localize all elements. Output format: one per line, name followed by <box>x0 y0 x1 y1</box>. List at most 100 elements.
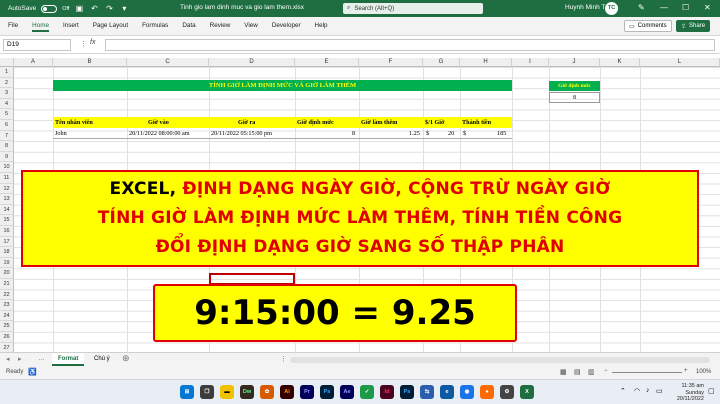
cell-rate[interactable]: 20 <box>448 128 454 139</box>
share-button[interactable]: ⇪ Share <box>676 20 711 32</box>
cell-employee-name[interactable]: John <box>55 128 67 139</box>
tab-review[interactable]: Review <box>210 22 231 32</box>
column-header-i[interactable]: I <box>512 58 549 67</box>
row-header-7[interactable]: 7 <box>0 130 14 142</box>
normal-view-icon[interactable]: ▦ <box>560 368 567 376</box>
excel-taskbar-icon[interactable]: X <box>520 385 534 399</box>
edge-icon[interactable]: e <box>440 385 454 399</box>
row-header-22[interactable]: 22 <box>0 289 14 301</box>
row-header-17[interactable]: 17 <box>0 236 14 248</box>
chrome-icon[interactable]: ◉ <box>460 385 474 399</box>
row-header-1[interactable]: 1 <box>0 67 14 78</box>
page-break-view-icon[interactable]: ▥ <box>588 368 595 376</box>
photoshop-icon[interactable]: Ps <box>320 385 334 399</box>
sheet-tab-format[interactable]: Format <box>52 353 85 366</box>
scroll-right-icon[interactable]: ▸ <box>18 355 22 363</box>
clock[interactable]: 11:35 am Sunday 20/11/2022 <box>664 383 704 403</box>
row-header-16[interactable]: 16 <box>0 226 14 237</box>
sheet-title[interactable]: TÍNH GIỜ LÀM ĐỊNH MỨC VÀ GIỜ LÀM THÊM <box>53 80 512 91</box>
column-header-c[interactable]: C <box>127 58 209 67</box>
premiere-icon[interactable]: Pr <box>300 385 314 399</box>
cell-time-out[interactable]: 20/11/2022 05:15:00 pm <box>211 128 272 139</box>
redo-icon[interactable]: ↷ <box>104 4 114 14</box>
header-standard-hours[interactable]: Giờ định mức <box>297 117 334 128</box>
row-header-19[interactable]: 19 <box>0 257 14 269</box>
cell-time-in[interactable]: 20/11/2022 08:00:00 am <box>129 128 190 139</box>
add-sheet-icon[interactable]: ⊕ <box>122 353 130 364</box>
camtasia-icon[interactable]: ✓ <box>360 385 374 399</box>
tab-view[interactable]: View <box>244 22 258 32</box>
tab-data[interactable]: Data <box>182 22 195 32</box>
column-header-a[interactable]: A <box>14 58 53 67</box>
row-header-12[interactable]: 12 <box>0 183 14 195</box>
photoshop-2-icon[interactable]: Ps <box>400 385 414 399</box>
row-header-26[interactable]: 26 <box>0 332 14 343</box>
row-header-2[interactable]: 2 <box>0 77 14 89</box>
tab-page-layout[interactable]: Page Layout <box>93 22 128 32</box>
tab-help[interactable]: Help <box>315 22 328 32</box>
save-icon[interactable]: ▣ <box>74 4 84 14</box>
header-employee-name[interactable]: Tên nhân viên <box>55 117 93 128</box>
row-header-8[interactable]: 8 <box>0 141 14 152</box>
task-view-icon[interactable]: ❐ <box>200 385 214 399</box>
column-header-d[interactable]: D <box>209 58 295 67</box>
header-rate[interactable]: $/1 Giờ <box>425 117 444 128</box>
wifi-icon[interactable]: ◠ <box>634 387 640 395</box>
tab-developer[interactable]: Developer <box>272 22 301 32</box>
formula-input[interactable] <box>105 39 715 51</box>
row-header-3[interactable]: 3 <box>0 88 14 99</box>
column-header-h[interactable]: H <box>460 58 512 67</box>
row-header-13[interactable]: 13 <box>0 194 14 205</box>
search-input[interactable]: ⌕ Search (Alt+Q) <box>343 3 483 14</box>
minimize-icon[interactable]: — <box>660 3 668 12</box>
row-header-15[interactable]: 15 <box>0 215 14 226</box>
row-header-10[interactable]: 10 <box>0 162 14 173</box>
accessibility-icon[interactable]: ♿ <box>28 368 37 376</box>
row-header-9[interactable]: 9 <box>0 151 14 163</box>
header-overtime[interactable]: Giờ làm thêm <box>361 117 397 128</box>
select-all-corner[interactable] <box>0 58 14 67</box>
xampp-icon[interactable]: ✿ <box>260 385 274 399</box>
tab-home[interactable]: Home <box>32 22 49 32</box>
column-header-f[interactable]: F <box>359 58 423 67</box>
scroll-left-icon[interactable]: ◂ <box>6 355 10 363</box>
cell-amount[interactable]: 185 <box>497 128 506 139</box>
file-explorer-icon[interactable]: ▬ <box>220 385 234 399</box>
row-header-25[interactable]: 25 <box>0 321 14 332</box>
indesign-icon[interactable]: Id <box>380 385 394 399</box>
zoom-in-icon[interactable]: + <box>684 368 688 374</box>
sheet-tab-chu-y[interactable]: Chú ý <box>88 353 116 366</box>
tab-formulas[interactable]: Formulas <box>142 22 168 32</box>
zoom-level[interactable]: 100% <box>696 369 711 375</box>
avatar[interactable]: TC <box>605 2 618 15</box>
zoom-out-icon[interactable]: − <box>604 368 608 374</box>
settings-icon[interactable]: ⚙ <box>500 385 514 399</box>
more-icon[interactable]: … <box>38 355 45 362</box>
firefox-icon[interactable]: ● <box>480 385 494 399</box>
row-header-6[interactable]: 6 <box>0 120 14 131</box>
dreamweaver-icon[interactable]: Dw <box>240 385 254 399</box>
cell-standard-hours[interactable]: 8 <box>352 128 355 139</box>
horizontal-scrollbar[interactable] <box>290 357 710 363</box>
autosave-toggle[interactable] <box>41 4 58 13</box>
row-header-4[interactable]: 4 <box>0 98 14 110</box>
tab-insert[interactable]: Insert <box>63 22 79 32</box>
chevron-down-icon[interactable]: ▾ <box>119 4 129 14</box>
column-header-b[interactable]: B <box>53 58 127 67</box>
standard-hours-value[interactable]: 8 <box>549 92 600 103</box>
row-header-5[interactable]: 5 <box>0 109 14 120</box>
row-header-18[interactable]: 18 <box>0 247 14 258</box>
column-header-e[interactable]: E <box>295 58 359 67</box>
fx-icon[interactable]: fx <box>90 39 95 46</box>
after-effects-icon[interactable]: Ae <box>340 385 354 399</box>
header-time-out[interactable]: Giờ ra <box>238 117 255 128</box>
volume-icon[interactable]: ♪ <box>646 387 650 394</box>
remote-app-icon[interactable]: ⇆ <box>420 385 434 399</box>
battery-icon[interactable]: ▭ <box>656 387 663 395</box>
tab-file[interactable]: File <box>8 22 18 32</box>
row-header-23[interactable]: 23 <box>0 300 14 311</box>
row-header-24[interactable]: 24 <box>0 310 14 322</box>
page-layout-view-icon[interactable]: ▤ <box>574 368 581 376</box>
header-time-in[interactable]: Giờ vào <box>148 117 169 128</box>
name-box[interactable]: D19 <box>3 39 71 51</box>
